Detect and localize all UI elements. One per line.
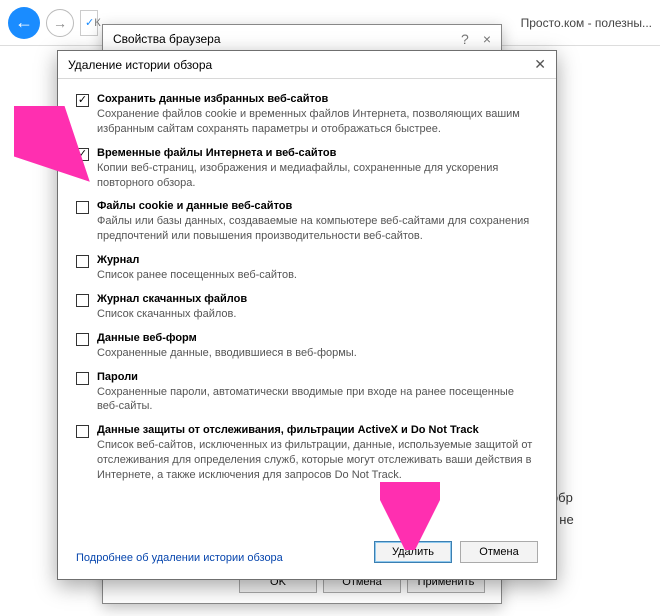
- option-row-3: Журнал Список ранее посещенных веб-сайтов…: [76, 254, 538, 283]
- delete-button[interactable]: Удалить: [374, 541, 452, 563]
- close-icon[interactable]: ✕: [534, 56, 546, 73]
- option-body: Журнал скачанных файлов Список скачанных …: [97, 293, 538, 322]
- learn-more-link[interactable]: Подробнее об удалении истории обзора: [58, 546, 301, 574]
- checkbox[interactable]: [76, 294, 89, 307]
- option-desc: Сохраненные данные, вводившиеся в веб-фо…: [97, 346, 538, 361]
- checkbox[interactable]: [76, 333, 89, 346]
- option-desc: Копии веб-страниц, изображения и медиафа…: [97, 161, 538, 191]
- dialog-button-row: Удалить Отмена: [374, 541, 556, 579]
- option-body: Временные файлы Интернета и веб-сайтов Ко…: [97, 147, 538, 191]
- address-text: К: [94, 17, 100, 29]
- browser-tab-title[interactable]: Просто.ком - полезны...: [521, 16, 652, 30]
- address-bar-fragment[interactable]: ✓ К: [80, 10, 98, 36]
- option-title: Журнал: [97, 254, 538, 266]
- arrow-left-icon: ←: [15, 12, 33, 33]
- option-desc: Сохраненные пароли, автоматически вводим…: [97, 385, 538, 415]
- option-row-6: Пароли Сохраненные пароли, автоматически …: [76, 371, 538, 415]
- dialog-title: Удаление истории обзора: [68, 58, 212, 72]
- dialog-titlebar[interactable]: Удаление истории обзора ✕: [58, 51, 556, 79]
- option-desc: Список ранее посещенных веб-сайтов.: [97, 268, 538, 283]
- option-row-5: Данные веб-форм Сохраненные данные, вводи…: [76, 332, 538, 361]
- help-icon[interactable]: ?: [461, 31, 469, 47]
- option-body: Данные защиты от отслеживания, фильтраци…: [97, 424, 538, 483]
- parent-titlebar[interactable]: Свойства браузера ? ×: [103, 25, 501, 53]
- option-row-0: Сохранить данные избранных веб-сайтов Сох…: [76, 93, 538, 137]
- option-title: Данные веб-форм: [97, 332, 538, 344]
- option-row-7: Данные защиты от отслеживания, фильтраци…: [76, 424, 538, 483]
- arrow-right-icon: →: [53, 15, 67, 31]
- option-title: Пароли: [97, 371, 538, 383]
- option-desc: Список скачанных файлов.: [97, 307, 538, 322]
- checkbox[interactable]: [76, 425, 89, 438]
- options-list: Сохранить данные избранных веб-сайтов Сох…: [58, 79, 556, 541]
- option-title: Файлы cookie и данные веб-сайтов: [97, 200, 538, 212]
- close-icon[interactable]: ×: [483, 31, 491, 47]
- option-body: Журнал Список ранее посещенных веб-сайтов…: [97, 254, 538, 283]
- option-body: Файлы cookie и данные веб-сайтов Файлы ил…: [97, 200, 538, 244]
- option-row-4: Журнал скачанных файлов Список скачанных …: [76, 293, 538, 322]
- option-body: Данные веб-форм Сохраненные данные, вводи…: [97, 332, 538, 361]
- option-title: Данные защиты от отслеживания, фильтраци…: [97, 424, 538, 436]
- nav-forward-button[interactable]: →: [46, 9, 74, 37]
- option-row-1: Временные файлы Интернета и веб-сайтов Ко…: [76, 147, 538, 191]
- option-body: Пароли Сохраненные пароли, автоматически …: [97, 371, 538, 415]
- option-desc: Сохранение файлов cookie и временных фай…: [97, 107, 538, 137]
- option-body: Сохранить данные избранных веб-сайтов Сох…: [97, 93, 538, 137]
- checkbox[interactable]: [76, 255, 89, 268]
- option-title: Журнал скачанных файлов: [97, 293, 538, 305]
- cancel-button[interactable]: Отмена: [460, 541, 538, 563]
- option-row-2: Файлы cookie и данные веб-сайтов Файлы ил…: [76, 200, 538, 244]
- option-desc: Файлы или базы данных, создаваемые на ко…: [97, 214, 538, 244]
- checkbox[interactable]: [76, 372, 89, 385]
- checkbox[interactable]: [76, 94, 89, 107]
- option-desc: Список веб-сайтов, исключенных из фильтр…: [97, 438, 538, 483]
- checkbox[interactable]: [76, 201, 89, 214]
- parent-title: Свойства браузера: [113, 32, 221, 46]
- option-title: Временные файлы Интернета и веб-сайтов: [97, 147, 538, 159]
- option-title: Сохранить данные избранных веб-сайтов: [97, 93, 538, 105]
- checkmark-icon: ✓: [85, 16, 94, 29]
- nav-back-button[interactable]: ←: [8, 7, 40, 39]
- delete-history-dialog: Удаление истории обзора ✕ Сохранить данн…: [57, 50, 557, 580]
- checkbox[interactable]: [76, 148, 89, 161]
